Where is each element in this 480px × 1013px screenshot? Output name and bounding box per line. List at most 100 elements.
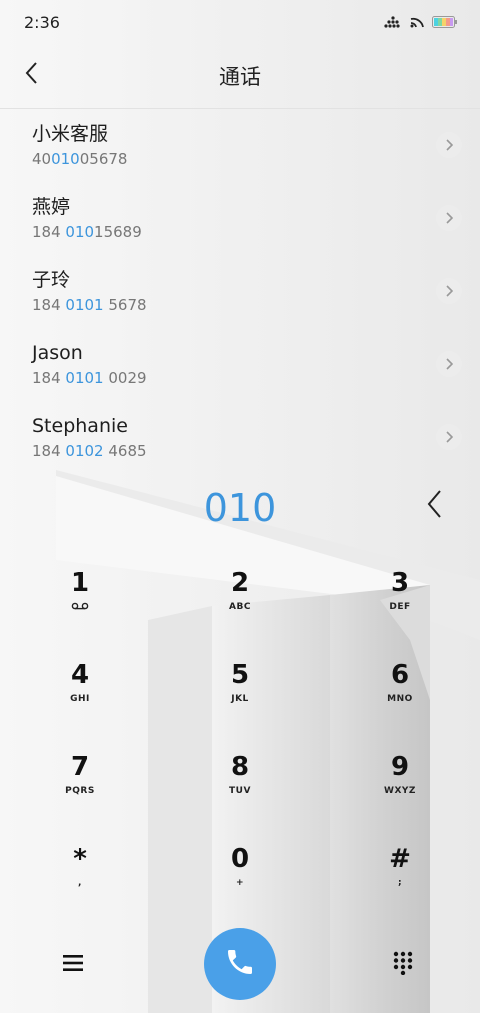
key-digit: 1 [70,568,90,598]
number-suffix: 0029 [103,369,147,387]
key-6[interactable]: 6 MNO [320,654,480,746]
number-prefix: 184 [32,296,66,314]
key-4[interactable]: 4 GHI [0,654,160,746]
status-bar: 2:36 [0,0,480,44]
contact-number: 184 01015689 [32,221,480,243]
number-match: 0102 [65,442,104,460]
page-title: 通话 [219,65,261,89]
backspace-chevron-icon [426,489,442,523]
key-9[interactable]: 9 WXYZ [320,746,480,838]
key-letters: JKL [231,694,249,704]
menu-button[interactable] [56,948,90,982]
key-digit: * [73,844,87,874]
list-item[interactable]: 小米客服 4001005678 [0,110,480,183]
key-hash[interactable]: # ; [320,838,480,930]
back-button[interactable] [16,60,46,90]
key-letters: DEF [389,602,411,612]
chevron-right-icon [445,282,454,301]
dialpad-grid-icon [393,951,413,979]
contact-name: 燕婷 [32,196,71,218]
key-letters: PQRS [65,786,95,796]
key-digit: 2 [230,568,250,598]
status-icons [384,13,458,32]
contact-number: 184 0101 0029 [32,367,480,389]
signal-dots-icon [384,13,402,32]
chevron-left-icon [24,61,38,89]
contact-name: Jason [32,342,83,364]
menu-icon [63,954,83,976]
contact-detail-button[interactable] [436,424,462,450]
key-letters: ; [397,878,403,888]
keypad-row: 4 GHI 5 JKL 6 MNO [0,654,480,746]
number-match: 010 [51,150,80,168]
contact-detail-button[interactable] [436,132,462,158]
key-5[interactable]: 5 JKL [160,654,320,746]
key-letters: ABC [229,602,251,612]
voicemail-icon [71,602,89,616]
status-time: 2:36 [24,12,60,32]
number-match: 0101 [65,296,104,314]
battery-icon [432,13,458,32]
keypad-row: 7 PQRS 8 TUV 9 WXYZ [0,746,480,838]
call-button[interactable] [204,928,276,1000]
number-suffix: 15689 [94,223,142,241]
key-letters: GHI [70,694,90,704]
key-digit: 7 [70,752,90,782]
number-prefix: 184 [32,369,66,387]
contact-detail-button[interactable] [436,205,462,231]
key-letters: , [78,878,82,888]
contact-name: 小米客服 [32,123,109,145]
contact-detail-button[interactable] [436,351,462,377]
contact-number: 184 0102 4685 [32,440,480,462]
wifi-icon [410,13,424,32]
number-suffix: 5678 [103,296,147,314]
list-item[interactable]: Stephanie 184 0102 4685 [0,402,480,475]
contact-name: Stephanie [32,415,128,437]
dial-keypad: 1 2 ABC 3 DEF 4 GHI 5 JKL 6 MNO 7 PQRS 8… [0,562,480,930]
contact-suggestion-list: 小米客服 4001005678 燕婷 184 01015689 子玲 184 0… [0,110,480,475]
key-7[interactable]: 7 PQRS [0,746,160,838]
chevron-right-icon [445,428,454,447]
key-digit: # [389,844,411,874]
key-8[interactable]: 8 TUV [160,746,320,838]
number-suffix: 05678 [79,150,128,168]
key-letters: TUV [229,786,251,796]
contact-number: 4001005678 [32,148,480,170]
key-0[interactable]: 0 + [160,838,320,930]
dialed-number-display: 010 [203,486,277,530]
number-match: 010 [65,223,95,241]
chevron-right-icon [445,209,454,228]
chevron-right-icon [445,355,454,374]
number-prefix: 40 [32,150,52,168]
key-3[interactable]: 3 DEF [320,562,480,654]
contact-detail-button[interactable] [436,278,462,304]
list-item[interactable]: 燕婷 184 01015689 [0,183,480,256]
backspace-button[interactable] [420,488,448,524]
key-digit: 3 [390,568,410,598]
number-prefix: 184 [32,223,66,241]
key-1[interactable]: 1 [0,562,160,654]
number-prefix: 184 [32,442,66,460]
key-digit: 9 [390,752,410,782]
key-letters: + [235,878,245,888]
dialpad-toggle-button[interactable] [386,948,420,982]
keypad-row: 1 2 ABC 3 DEF [0,562,480,654]
number-match: 0101 [65,369,104,387]
key-digit: 8 [230,752,250,782]
key-digit: 0 [230,844,250,874]
key-letters: MNO [387,694,413,704]
key-digit: 5 [230,660,250,690]
keypad-row: * , 0 + # ; [0,838,480,930]
list-item[interactable]: Jason 184 0101 0029 [0,329,480,402]
key-2[interactable]: 2 ABC [160,562,320,654]
key-star[interactable]: * , [0,838,160,930]
contact-number: 184 0101 5678 [32,294,480,316]
contact-name: 子玲 [32,269,71,291]
list-item[interactable]: 子玲 184 0101 5678 [0,256,480,329]
header-bar: 通话 [0,44,480,109]
key-letters: WXYZ [384,786,416,796]
phone-icon [224,946,256,982]
number-suffix: 4685 [103,442,147,460]
key-digit: 6 [390,660,410,690]
key-digit: 4 [70,660,90,690]
